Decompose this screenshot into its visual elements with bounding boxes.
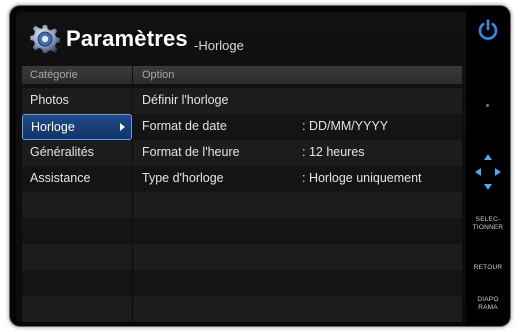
chevron-right-icon: [120, 123, 125, 131]
category-item-general[interactable]: Généralités: [22, 140, 132, 166]
empty-category-cell: [22, 244, 132, 270]
select-button[interactable]: SELEC- TIONNER: [466, 216, 510, 232]
option-value: : DD/MM/YYYY: [302, 119, 389, 133]
back-button[interactable]: RETOUR: [466, 264, 510, 272]
empty-option-cell: [133, 270, 462, 296]
category-item-label: Généralités: [30, 145, 94, 159]
option-label: Format de date: [142, 119, 227, 133]
option-value: : 12 heures: [302, 145, 365, 159]
slideshow-button[interactable]: DIAPO RAMA: [466, 296, 510, 312]
option-label: Type d'horloge: [142, 171, 224, 185]
empty-row: [22, 296, 462, 322]
option-label: Format de l'heure: [142, 145, 240, 159]
category-column-header: Catégorie: [22, 66, 132, 84]
category-item-photos[interactable]: Photos: [22, 88, 132, 114]
option-value: : Horloge uniquement: [302, 171, 422, 185]
option-column-header: Option: [133, 66, 462, 84]
settings-screen: Paramètres -Horloge Catégorie Option Pho…: [16, 12, 466, 322]
category-item-label: Horloge: [31, 120, 75, 134]
navigation-arrows-icon[interactable]: [474, 152, 502, 192]
side-control-panel: SELEC- TIONNER RETOUR DIAPO RAMA: [466, 6, 510, 326]
empty-option-cell: [133, 296, 462, 322]
option-row-date-format[interactable]: Format de date : DD/MM/YYYY: [133, 114, 462, 140]
empty-category-cell: [22, 192, 132, 218]
table-row: Généralités Format de l'heure : 12 heure…: [22, 140, 462, 166]
power-icon[interactable]: [476, 18, 500, 42]
empty-option-cell: [133, 218, 462, 244]
header: Paramètres -Horloge: [16, 12, 466, 64]
empty-row: [22, 244, 462, 270]
settings-gear-icon: [30, 24, 60, 54]
category-item-clock[interactable]: Horloge: [22, 114, 132, 140]
empty-option-cell: [133, 244, 462, 270]
category-item-assistance[interactable]: Assistance: [22, 166, 132, 192]
page-title: Paramètres: [66, 26, 188, 51]
empty-category-cell: [22, 270, 132, 296]
empty-category-cell: [22, 296, 132, 322]
table-row: Horloge Format de date : DD/MM/YYYY: [22, 114, 462, 140]
empty-row: [22, 218, 462, 244]
table-row: Photos Définir l'horloge: [22, 88, 462, 114]
photo-frame-device: Paramètres -Horloge Catégorie Option Pho…: [10, 6, 510, 326]
empty-category-cell: [22, 218, 132, 244]
empty-option-cell: [133, 192, 462, 218]
category-item-label: Photos: [30, 93, 69, 107]
empty-row: [22, 192, 462, 218]
option-row-set-clock[interactable]: Définir l'horloge: [133, 88, 462, 114]
empty-row: [22, 270, 462, 296]
option-row-clock-type[interactable]: Type d'horloge : Horloge uniquement: [133, 166, 462, 192]
table-row: Assistance Type d'horloge : Horloge uniq…: [22, 166, 462, 192]
option-label: Définir l'horloge: [142, 93, 229, 107]
page-subtitle: -Horloge: [194, 38, 244, 53]
indicator-dot: [486, 104, 489, 107]
category-item-label: Assistance: [30, 171, 91, 185]
option-row-time-format[interactable]: Format de l'heure : 12 heures: [133, 140, 462, 166]
